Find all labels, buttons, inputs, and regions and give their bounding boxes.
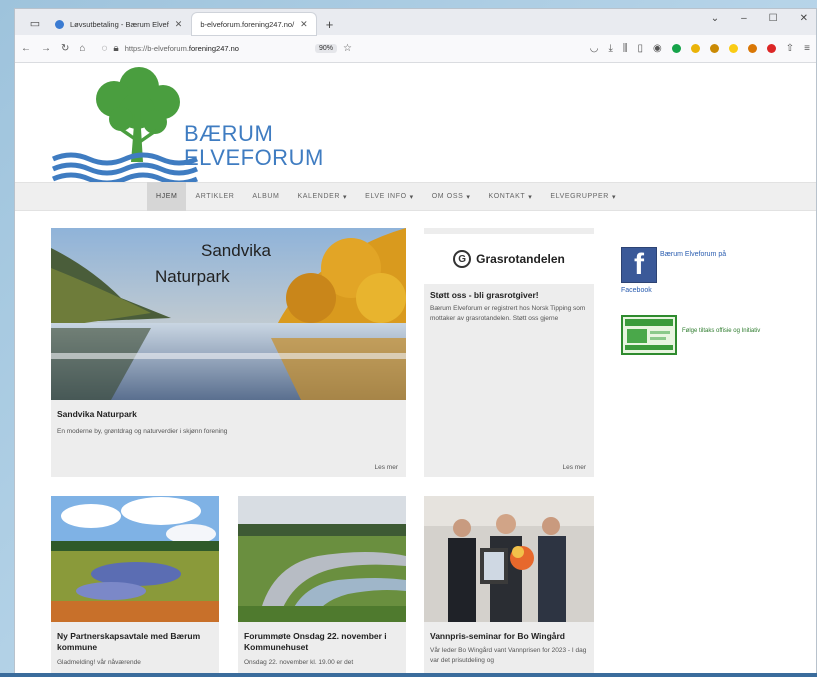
maximize-icon[interactable]: ☐	[769, 13, 778, 24]
web-page: BÆRUM ELVEFORUM HJEM ARTIKLER ALBUM KALE…	[15, 64, 816, 676]
grasrot-logo[interactable]: G Grasrotandelen	[424, 234, 594, 284]
menu-item-artikler[interactable]: ARTIKLER	[186, 182, 243, 211]
menu-item-elvegrupper[interactable]: ELVEGRUPPER ▾	[541, 182, 625, 211]
share-icon[interactable]: ⇧	[786, 43, 794, 54]
back-icon[interactable]: ←	[21, 43, 31, 54]
article-card-3[interactable]: Vannpris-seminar for Bo Wingård Vår lede…	[424, 496, 594, 676]
chevron-down-icon[interactable]: ⌄	[711, 13, 719, 24]
tab-label: b-elveforum.forening247.no/	[200, 19, 295, 29]
featured-readmore-link[interactable]: Les mer	[375, 464, 398, 471]
menu-item-om-oss[interactable]: OM OSS ▾	[423, 182, 480, 211]
article-card-1[interactable]: Ny Partnerskapsavtale med Bærum kommune …	[51, 496, 219, 676]
menu-icon[interactable]: ≡	[804, 43, 810, 54]
shield-icon[interactable]: ◌	[101, 43, 107, 54]
green-badge-link[interactable]: Følge tiltaks offisie og Initiativ	[682, 328, 760, 334]
extension-green-icon[interactable]	[671, 44, 681, 53]
navigation-bar: ← → ↻ ⌂ ◌ 🔒︎ https://b-elveforum.forenin…	[15, 35, 816, 63]
article-text-3: Vår leder Bo Wingård vant Vannprisen for…	[430, 647, 587, 664]
menu-item-kontakt[interactable]: KONTAKT ▾	[479, 182, 541, 211]
extension-orange-icon[interactable]	[747, 44, 757, 53]
tab-close-icon[interactable]: ✕	[175, 19, 183, 30]
pocket-icon[interactable]: ◡	[590, 43, 599, 54]
article-title-3[interactable]: Vannpris-seminar for Bo Wingård	[430, 631, 588, 642]
extension-yellow-icon[interactable]	[690, 44, 700, 53]
grasrot-logo-text: Grasrotandelen	[476, 252, 565, 266]
extensions-toolbar: ◡ ⤓ ⫼ ▯ ◉ ⇧ ≡	[590, 43, 810, 54]
featured-image[interactable]: Sandvika Naturpark	[51, 228, 406, 400]
featured-image-caption-2: Naturpark	[155, 267, 230, 286]
reload-icon[interactable]: ↻	[61, 43, 69, 54]
grasrot-g-icon: G	[453, 250, 472, 268]
logo-line-1: BÆRUM	[184, 121, 274, 146]
article-text-1: Gladmelding! vår nåværende	[57, 659, 141, 666]
grasrot-readmore-link[interactable]: Les mer	[563, 464, 586, 471]
menu-item-hjem[interactable]: HJEM	[147, 182, 187, 211]
account-icon[interactable]: ◉	[653, 43, 662, 54]
chevron-down-icon: ▾	[343, 193, 348, 201]
featured-card[interactable]: Sandvika Naturpark Sandvika Naturpark En…	[51, 228, 406, 477]
menu-item-kalender[interactable]: KALENDER ▾	[289, 182, 357, 211]
window-controls: ⌄ – ☐ ✕	[711, 13, 808, 24]
browser-window: ▭ Løvsutbetaling - Bærum Elvef ✕ b-elvef…	[14, 8, 817, 677]
facebook-link-2[interactable]: Facebook	[621, 287, 652, 294]
chevron-down-icon: ▾	[528, 193, 533, 201]
article-card-2[interactable]: Forummøte Onsdag 22. november i Kommuneh…	[238, 496, 406, 676]
bookmark-star-icon[interactable]: ☆	[343, 43, 352, 54]
minimize-icon[interactable]: –	[741, 13, 747, 24]
article-image-3[interactable]	[424, 496, 594, 622]
close-icon[interactable]: ✕	[800, 13, 808, 24]
tab-2[interactable]: b-elveforum.forening247.no/ ✕	[192, 13, 316, 35]
main-menu: HJEM ARTIKLER ALBUM KALENDER ▾ ELVE INFO ▾…	[15, 182, 816, 211]
article-image-2[interactable]	[238, 496, 406, 622]
chevron-down-icon: ▾	[466, 193, 471, 201]
menu-item-album[interactable]: ALBUM	[243, 182, 288, 211]
tab-strip: ▭ Løvsutbetaling - Bærum Elvef ✕ b-elvef…	[15, 9, 816, 35]
green-badge-icon[interactable]	[621, 315, 677, 355]
featured-card-title[interactable]: Sandvika Naturpark	[57, 409, 137, 420]
article-title-2[interactable]: Forummøte Onsdag 22. november i Kommuneh…	[244, 631, 400, 653]
extension-gold-icon[interactable]	[709, 44, 719, 53]
article-title-1[interactable]: Ny Partnerskapsavtale med Bærum kommune	[57, 631, 213, 653]
site-logo-text[interactable]: BÆRUM ELVEFORUM	[184, 122, 324, 170]
facebook-widget: f Bærum Elveforum på Facebook	[621, 247, 726, 294]
logo-line-2: ELVEFORUM	[184, 145, 324, 170]
grasrot-card-title[interactable]: Støtt oss - bli grasrotgiver!	[430, 290, 539, 301]
article-image-1[interactable]	[51, 496, 219, 622]
sidebar-icon[interactable]: ▯	[638, 43, 644, 54]
extension-note-icon[interactable]	[728, 44, 738, 53]
download-icon[interactable]: ⤓	[608, 43, 612, 54]
tab-list-icon[interactable]: ▭	[23, 11, 47, 35]
url-text[interactable]: https://b-elveforum.forening247.no	[125, 44, 239, 53]
tab-1[interactable]: Løvsutbetaling - Bærum Elvef ✕	[47, 13, 190, 35]
address-bar[interactable]: ◌ 🔒︎ https://b-elveforum.forening247.no …	[95, 39, 455, 59]
chevron-down-icon: ▾	[611, 193, 617, 201]
chevron-down-icon: ▾	[409, 193, 414, 201]
facebook-link[interactable]: Bærum Elveforum på	[660, 251, 800, 258]
facebook-icon[interactable]: f	[621, 247, 657, 283]
featured-image-caption-1: Sandvika	[201, 241, 271, 260]
article-text-2: Onsdag 22. november kl. 19.00 er det	[244, 659, 354, 666]
menu-item-elve-info[interactable]: ELVE INFO ▾	[356, 182, 423, 211]
extension-red-icon[interactable]	[766, 44, 776, 53]
tab-favicon-icon	[55, 19, 64, 29]
forward-icon[interactable]: →	[41, 43, 51, 54]
tab-close-icon[interactable]: ✕	[300, 19, 308, 30]
library-icon[interactable]: ⫼	[623, 43, 628, 54]
tab-label: Løvsutbetaling - Bærum Elvef	[70, 19, 169, 29]
featured-card-text: En moderne by, grøntdrag og naturverdier…	[57, 428, 228, 435]
zoom-level[interactable]: 90%	[314, 44, 337, 53]
home-icon[interactable]: ⌂	[79, 43, 85, 54]
new-tab-button[interactable]: +	[318, 17, 342, 35]
grasrot-card-text: Bærum Elveforum er registrert hos Norsk …	[430, 305, 586, 322]
taskbar	[0, 673, 817, 677]
lock-icon[interactable]: 🔒︎	[113, 43, 118, 54]
